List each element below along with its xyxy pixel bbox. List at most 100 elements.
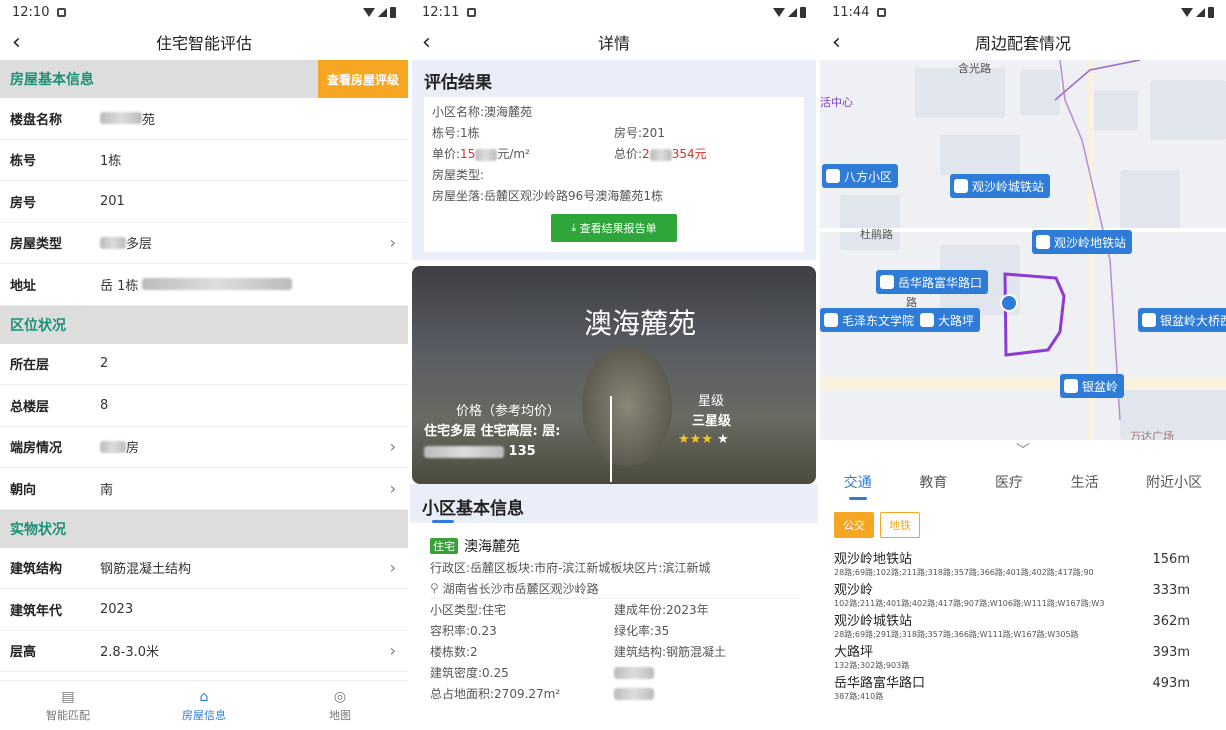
result-address: 房屋坐落:岳麓区观沙岭路96号澳海麓苑1栋 xyxy=(432,189,663,203)
hero-community-name: 澳海麓苑 xyxy=(583,307,696,340)
unit-price-suffix: 元/m² xyxy=(497,147,530,161)
poi-distance: 362m xyxy=(1152,614,1190,629)
row-name: 楼盘名称 苑 xyxy=(0,98,408,140)
row-value: 钢筋混凝土结构 xyxy=(100,562,192,578)
marker-yinpenling-bridge[interactable]: 银盆岭大桥西 xyxy=(1138,308,1226,332)
wifi-icon xyxy=(773,7,785,17)
marker-guanshaling-rail[interactable]: 观沙岭城铁站 xyxy=(950,174,1051,198)
chevron-right-icon: › xyxy=(389,558,396,578)
row-orientation[interactable]: 朝向 南 › xyxy=(0,468,408,510)
battery-icon xyxy=(1208,6,1214,18)
marker-label: 银盆岭大桥西 xyxy=(1160,313,1226,328)
map-label: 含光路 xyxy=(958,62,991,75)
phone-surroundings: 11:44 ‹ 周边配套情况 活中心 含光路 杜鹃路 路 万达广场 八方小区 观… xyxy=(820,0,1226,730)
total-price-label: 总价: xyxy=(614,147,643,161)
page-title: 住宅智能评估 xyxy=(155,34,252,53)
view-report-button[interactable]: ⤓ 查看结果报告单 xyxy=(551,214,677,242)
community-name: 澳海麓苑 xyxy=(464,539,520,555)
back-icon[interactable]: ‹ xyxy=(12,30,21,55)
list-item[interactable]: 观沙岭地铁站 28路;69路;102路;211路;318路;357路;366路;4… xyxy=(820,548,1226,579)
tab-match[interactable]: ▤ 智能匹配 xyxy=(0,681,136,730)
tab-label: 地图 xyxy=(329,708,351,722)
chevron-down-icon[interactable]: ﹀ xyxy=(820,440,1226,462)
community-info-heading: 小区基本信息 xyxy=(410,484,818,523)
header: ‹ 详情 xyxy=(410,24,818,60)
list-item[interactable]: 大路坪 132路;302路;903路 393m xyxy=(820,641,1226,672)
stars-on: ★★★ xyxy=(678,432,713,447)
tab-medical[interactable]: 医疗 xyxy=(995,466,1023,498)
poi-distance: 156m xyxy=(1152,552,1190,567)
list-item[interactable]: 观沙岭 102路;211路;401路;402路;417路;907路;W106路;W… xyxy=(820,579,1226,610)
row-label: 栋号 xyxy=(10,154,37,170)
community-pin-icon[interactable] xyxy=(1000,294,1018,312)
marker-yinpenling[interactable]: 银盆岭 xyxy=(1060,374,1125,398)
community-hero-image: 澳海麓苑 价格（参考均价） 住宅多层 住宅高层: 层: 135 星级 三星级 ★… xyxy=(412,266,816,484)
bus-icon xyxy=(826,169,840,183)
phone-details: 12:11 ‹ 详情 评估结果 小区名称:澳海麓苑 栋号:1栋 房号:201 单价… xyxy=(410,0,818,730)
list-item[interactable]: 岳华路富华路口 387路;410路 493m xyxy=(820,672,1226,703)
list-item[interactable]: 观沙岭城铁站 28路;69路;291路;318路;357路;366路;W111路;… xyxy=(820,610,1226,641)
unit-price-value: 15 xyxy=(460,147,476,161)
row-value: 多层 xyxy=(126,237,153,253)
marker-guanshaling-metro[interactable]: 观沙岭地铁站 xyxy=(1032,230,1133,254)
chip-bus[interactable]: 公交 xyxy=(834,512,874,538)
marker-label: 观沙岭地铁站 xyxy=(1054,235,1127,250)
clock: 12:11 xyxy=(422,4,460,20)
marker-maozedong[interactable]: 毛泽东文学院 xyxy=(820,308,921,332)
page-title: 周边配套情况 xyxy=(974,34,1071,53)
map-label: 活中心 xyxy=(820,96,853,109)
marker-label: 毛泽东文学院 xyxy=(842,313,915,328)
bottom-tabbar: ▤ 智能匹配 ⌂ 房屋信息 ◎ 地图 xyxy=(0,680,408,730)
chevron-right-icon: › xyxy=(389,641,396,661)
row-room: 房号 201 xyxy=(0,181,408,223)
green-ratio: 绿化率:35 xyxy=(614,624,670,638)
marker-label: 八方小区 xyxy=(844,169,893,184)
row-label: 端房情况 xyxy=(10,441,63,457)
view-rating-button[interactable]: 查看房屋评级 xyxy=(318,60,408,98)
back-icon[interactable]: ‹ xyxy=(422,30,431,55)
tab-transport[interactable]: 交通 xyxy=(844,466,872,500)
total-price-suffix: 354元 xyxy=(671,147,707,161)
redaction xyxy=(614,688,654,700)
row-house-type[interactable]: 房屋类型 多层 › xyxy=(0,223,408,264)
row-label: 所在层 xyxy=(10,358,50,374)
section-physical: 实物状况 xyxy=(0,509,408,548)
row-value: 1栋 xyxy=(100,154,122,170)
status-bar: 12:10 xyxy=(0,0,408,24)
row-structure[interactable]: 建筑结构 钢筋混凝土结构 › xyxy=(0,548,408,589)
tab-education[interactable]: 教育 xyxy=(919,466,947,498)
tab-house-info[interactable]: ⌂ 房屋信息 xyxy=(136,681,272,730)
wifi-icon xyxy=(363,7,375,17)
tab-label: 智能匹配 xyxy=(46,708,90,722)
bus-icon xyxy=(954,179,968,193)
map-overlay xyxy=(1003,60,1141,421)
marker-yuehua[interactable]: 岳华路富华路口 xyxy=(876,270,989,294)
result-heading: 评估结果 xyxy=(412,60,816,97)
clock: 12:10 xyxy=(12,4,50,20)
signal-icon xyxy=(378,7,387,17)
marker-label: 大路坪 xyxy=(938,313,975,328)
signal-icon xyxy=(788,7,797,17)
marker-bafang[interactable]: 八方小区 xyxy=(822,164,899,188)
tab-nearby[interactable]: 附近小区 xyxy=(1146,466,1202,498)
marker-label: 岳华路富华路口 xyxy=(898,275,983,290)
row-height[interactable]: 层高 2.8-3.0米 › xyxy=(0,631,408,672)
tab-life[interactable]: 生活 xyxy=(1071,466,1099,498)
status-bar: 11:44 xyxy=(820,0,1226,24)
row-end-unit[interactable]: 端房情况 房 › xyxy=(0,427,408,468)
row-address: 地址 岳 1栋 xyxy=(0,264,408,306)
poi-lines: 28路;69路;291路;318路;357路;366路;W111路;W167路;… xyxy=(834,630,1079,639)
build-year: 建成年份:2023年 xyxy=(614,603,709,617)
building-density: 建筑密度:0.25 xyxy=(430,666,509,680)
chip-metro[interactable]: 地铁 xyxy=(880,512,920,538)
section-label: 实物状况 xyxy=(10,521,66,538)
back-icon[interactable]: ‹ xyxy=(832,30,841,55)
view-report-label: 查看结果报告单 xyxy=(579,222,657,235)
map-view[interactable]: 活中心 含光路 杜鹃路 路 万达广场 八方小区 观沙岭城铁站 观沙岭地铁站 岳华… xyxy=(820,60,1226,440)
redaction xyxy=(100,440,126,453)
community-type: 小区类型:住宅 xyxy=(430,603,507,617)
row-label: 楼盘名称 xyxy=(10,112,63,128)
tab-map[interactable]: ◎ 地图 xyxy=(272,681,408,730)
hero-divider xyxy=(610,396,612,482)
marker-daluping[interactable]: 大路坪 xyxy=(916,308,981,332)
